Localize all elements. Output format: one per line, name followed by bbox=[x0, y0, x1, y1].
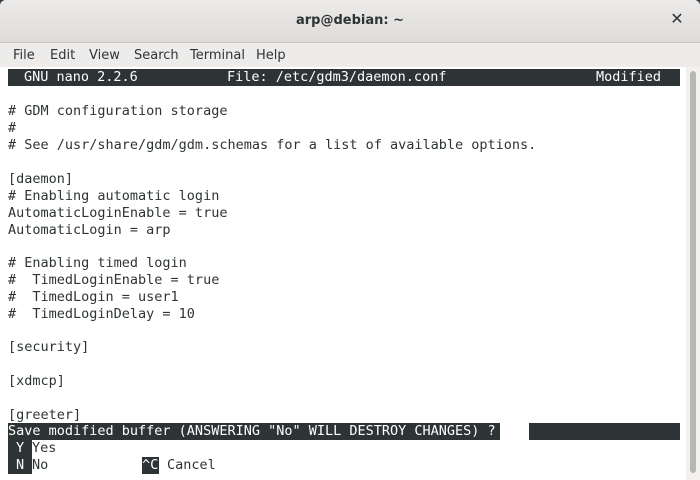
option-cancel[interactable]: Cancel bbox=[167, 457, 216, 474]
editor-line: # bbox=[8, 120, 17, 136]
nano-version: GNU nano 2.2.6 bbox=[24, 69, 138, 85]
editor-line: [security] bbox=[8, 339, 90, 355]
editor-line: [xdmcp] bbox=[8, 373, 65, 389]
menu-edit[interactable]: Edit bbox=[50, 48, 75, 63]
terminal-scrollbar[interactable] bbox=[686, 67, 700, 480]
window-title: arp@debian: ~ bbox=[295, 13, 405, 28]
editor-line: # TimedLoginEnable = true bbox=[8, 272, 220, 288]
option-no[interactable]: No bbox=[32, 457, 48, 474]
close-icon[interactable]: ✕ bbox=[668, 10, 686, 28]
scrollbar-thumb[interactable] bbox=[690, 71, 696, 473]
menu-help[interactable]: Help bbox=[256, 48, 286, 63]
prompt-input-bar[interactable] bbox=[529, 423, 680, 440]
editor-line: [greeter] bbox=[8, 407, 82, 423]
editor-line: # See /usr/share/gdm/gdm.schemas for a l… bbox=[8, 137, 537, 153]
nano-filename: File: /etc/gdm3/daemon.conf bbox=[227, 69, 447, 85]
option-yes[interactable]: Yes bbox=[32, 440, 56, 457]
editor-line: # Enabling automatic login bbox=[8, 188, 220, 204]
terminal-window: arp@debian: ~ ✕ File Edit View Search Te… bbox=[0, 0, 700, 480]
editor-line: AutomaticLogin = arp bbox=[8, 222, 171, 238]
title-bar[interactable]: arp@debian: ~ ✕ bbox=[0, 0, 700, 43]
nano-header: GNU nano 2.2.6 File: /etc/gdm3/daemon.co… bbox=[8, 69, 680, 86]
menu-file[interactable]: File bbox=[13, 48, 35, 63]
editor-line: AutomaticLoginEnable = true bbox=[8, 205, 228, 221]
editor-line: # TimedLoginDelay = 10 bbox=[8, 306, 195, 322]
terminal-area[interactable]: GNU nano 2.2.6 File: /etc/gdm3/daemon.co… bbox=[0, 67, 686, 480]
editor-line: # TimedLogin = user1 bbox=[8, 289, 179, 305]
editor-line: [daemon] bbox=[8, 171, 74, 187]
nano-status: Modified bbox=[596, 69, 662, 85]
save-prompt: Save modified buffer (ANSWERING "No" WIL… bbox=[8, 423, 680, 440]
menu-terminal[interactable]: Terminal bbox=[190, 48, 245, 63]
editor-line: # Enabling timed login bbox=[8, 255, 187, 271]
editor-line: # GDM configuration storage bbox=[8, 103, 228, 119]
menu-view[interactable]: View bbox=[89, 48, 120, 63]
save-prompt-text: Save modified buffer (ANSWERING "No" WIL… bbox=[8, 423, 500, 440]
shortcut-key-no: N bbox=[8, 457, 32, 474]
shortcut-key-yes: Y bbox=[8, 440, 32, 457]
shortcut-key-cancel: ^C bbox=[142, 457, 159, 474]
menu-search[interactable]: Search bbox=[134, 48, 179, 63]
menu-bar: File Edit View Search Terminal Help bbox=[0, 43, 700, 67]
